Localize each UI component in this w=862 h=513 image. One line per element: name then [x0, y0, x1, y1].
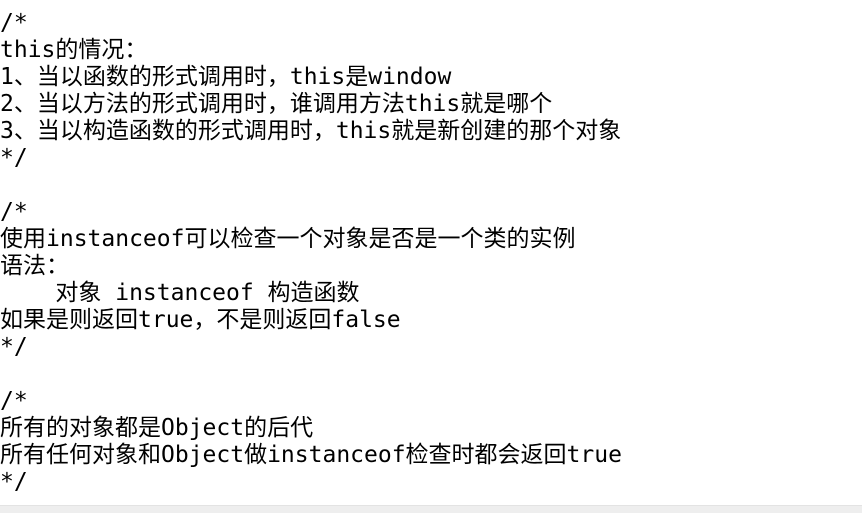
- bottom-scroll-strip: [0, 505, 862, 513]
- this-heading: this的情况：: [0, 37, 148, 63]
- object-ancestor-note: 所有的对象都是Object的后代: [0, 415, 314, 441]
- this-rule-2: 2、当以方法的形式调用时，谁调用方法this就是哪个: [0, 91, 553, 117]
- comment-open-1: /*: [0, 10, 28, 36]
- comment-close-3: */: [0, 469, 28, 495]
- instanceof-result: 如果是则返回true，不是则返回false: [0, 307, 401, 333]
- object-instanceof-note: 所有任何对象和Object做instanceof检查时都会返回true: [0, 442, 622, 468]
- syntax-label: 语法：: [0, 253, 69, 279]
- comment-open-3: /*: [0, 388, 28, 414]
- this-rule-3: 3、当以构造函数的形式调用时，this就是新创建的那个对象: [0, 118, 622, 144]
- code-comment-block: /* this的情况： 1、当以函数的形式调用时，this是window 2、当…: [0, 10, 862, 496]
- syntax-example: 对象 instanceof 构造函数: [0, 280, 360, 306]
- comment-close-1: */: [0, 145, 28, 171]
- instanceof-description: 使用instanceof可以检查一个对象是否是一个类的实例: [0, 226, 576, 252]
- comment-close-2: */: [0, 334, 28, 360]
- comment-open-2: /*: [0, 199, 28, 225]
- this-rule-1: 1、当以函数的形式调用时，this是window: [0, 64, 452, 90]
